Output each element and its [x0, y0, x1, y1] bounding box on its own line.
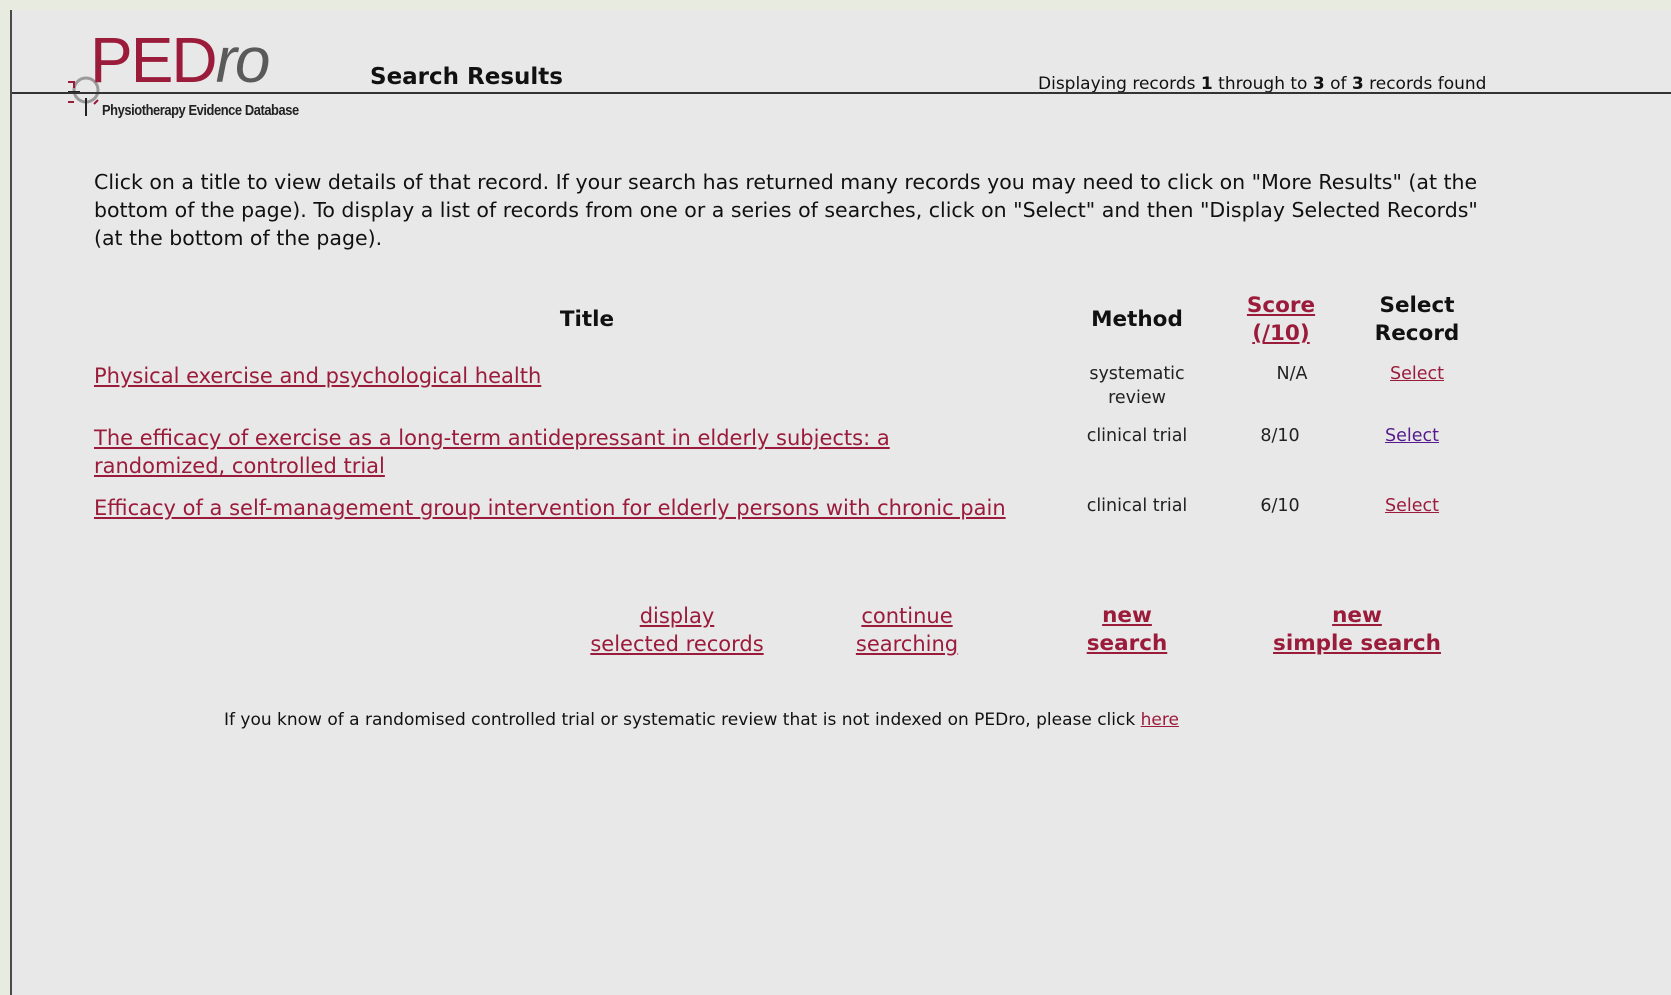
- record-method: clinical trial: [1086, 496, 1188, 516]
- records-count-text: Displaying records 1 through to 3 of 3 r…: [1038, 74, 1487, 94]
- pedro-logo[interactable]: PEDro Physiotherapy Evidence Database: [64, 28, 354, 120]
- record-select-link[interactable]: Select: [1367, 494, 1457, 518]
- score-header-line2: (/10): [1252, 321, 1310, 346]
- select-header-line1: Select: [1379, 293, 1455, 318]
- continue-searching-link[interactable]: continue searching: [832, 602, 982, 658]
- submit-trial-here-link[interactable]: here: [1141, 710, 1179, 730]
- column-header-method: Method: [1091, 307, 1183, 332]
- page-title: Search Results: [370, 64, 563, 90]
- record-title-link[interactable]: Efficacy of a self-management group inte…: [94, 494, 1014, 522]
- record-method: clinical trial: [1086, 426, 1188, 446]
- page: PEDro Physiotherapy Evidence Database Se…: [10, 10, 1671, 995]
- logo-subtitle: Physiotherapy Evidence Database: [102, 102, 299, 119]
- missing-trial-note: If you know of a randomised controlled t…: [224, 710, 1179, 730]
- display-selected-records-link[interactable]: display selected records: [572, 602, 782, 658]
- select-header-line2: Record: [1374, 321, 1460, 346]
- record-score: N/A: [1276, 364, 1308, 384]
- header-divider: [12, 92, 1671, 94]
- logo-wordmark: PEDro: [90, 24, 270, 96]
- column-header-select: Select Record: [1352, 292, 1482, 348]
- record-select-link[interactable]: Select: [1372, 362, 1462, 386]
- instructions-text: Click on a title to view details of that…: [94, 170, 1478, 250]
- column-header-score-sort-link[interactable]: Score (/10): [1226, 292, 1336, 348]
- record-title-link[interactable]: The efficacy of exercise as a long-term …: [94, 424, 1014, 480]
- record-method: systematic review: [1089, 364, 1185, 408]
- score-header-line1: Score: [1246, 293, 1316, 318]
- record-select-link[interactable]: Select: [1367, 424, 1457, 448]
- record-title-link[interactable]: Physical exercise and psychological heal…: [94, 362, 1014, 390]
- new-search-link[interactable]: new search: [1072, 602, 1182, 658]
- record-score: 8/10: [1260, 426, 1300, 446]
- record-score: 6/10: [1260, 496, 1300, 516]
- column-header-title: Title: [559, 307, 615, 332]
- new-simple-search-link[interactable]: new simple search: [1262, 602, 1452, 658]
